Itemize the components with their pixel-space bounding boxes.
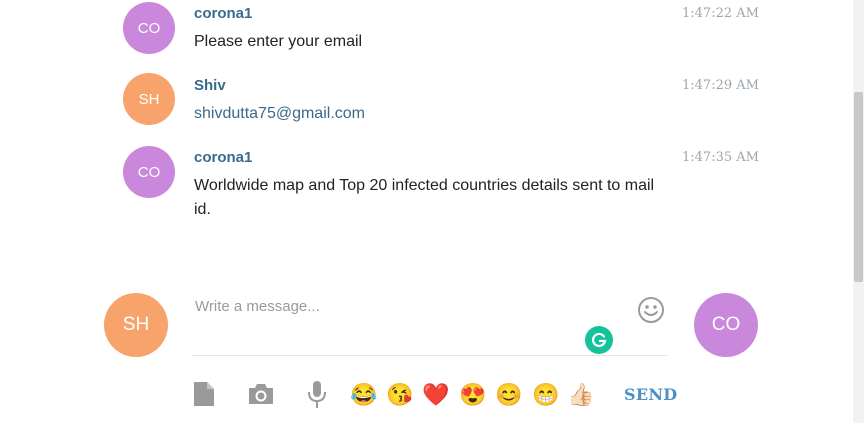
file-icon[interactable]	[192, 380, 216, 413]
message-time: 1:47:29 AM	[682, 78, 759, 93]
avatar: CO	[123, 146, 175, 198]
message-sender: corona1	[194, 149, 253, 166]
user-avatar: SH	[104, 293, 168, 357]
avatar-initials: CO	[711, 314, 741, 335]
emoji-blowing-kiss[interactable]: 😘	[386, 381, 414, 409]
emoji-heart-eyes[interactable]: 😍	[459, 381, 487, 409]
emoji-thumbs-up[interactable]: 👍🏻	[567, 381, 595, 409]
avatar: CO	[123, 2, 175, 54]
emoji-picker-icon[interactable]	[637, 296, 665, 324]
grammarly-icon[interactable]	[585, 326, 613, 354]
send-button[interactable]: SEND	[624, 385, 677, 404]
avatar: SH	[123, 73, 175, 125]
message-email-link[interactable]: shivdutta75@gmail.com	[194, 102, 674, 126]
message-text: Worldwide map and Top 20 infected countr…	[194, 177, 655, 218]
message-sender: corona1	[194, 5, 253, 22]
scrollbar-track[interactable]	[853, 0, 864, 423]
emoji-red-heart[interactable]: ❤️	[422, 381, 450, 409]
avatar-initials: CO	[137, 163, 161, 181]
message-time: 1:47:22 AM	[682, 6, 759, 21]
bot-avatar: CO	[694, 293, 758, 357]
scrollbar-thumb[interactable]	[854, 92, 863, 282]
message-time: 1:47:35 AM	[682, 150, 759, 165]
avatar-initials: CO	[137, 19, 161, 37]
avatar-initials: SH	[138, 90, 160, 108]
message-input-placeholder: Write a message...	[195, 298, 320, 315]
emoji-tears-of-joy[interactable]: 😂	[350, 381, 378, 409]
message-sender: Shiv	[194, 77, 226, 94]
emoji-smiling[interactable]: 😊	[495, 381, 523, 409]
camera-icon[interactable]	[247, 382, 275, 411]
avatar-initials: SH	[122, 314, 150, 335]
chat-window: CO corona1 1:47:22 AM Please enter your …	[0, 0, 864, 423]
microphone-icon[interactable]	[306, 380, 328, 415]
emoji-grinning[interactable]: 😁	[532, 381, 560, 409]
message-text: Please enter your email	[194, 33, 363, 50]
